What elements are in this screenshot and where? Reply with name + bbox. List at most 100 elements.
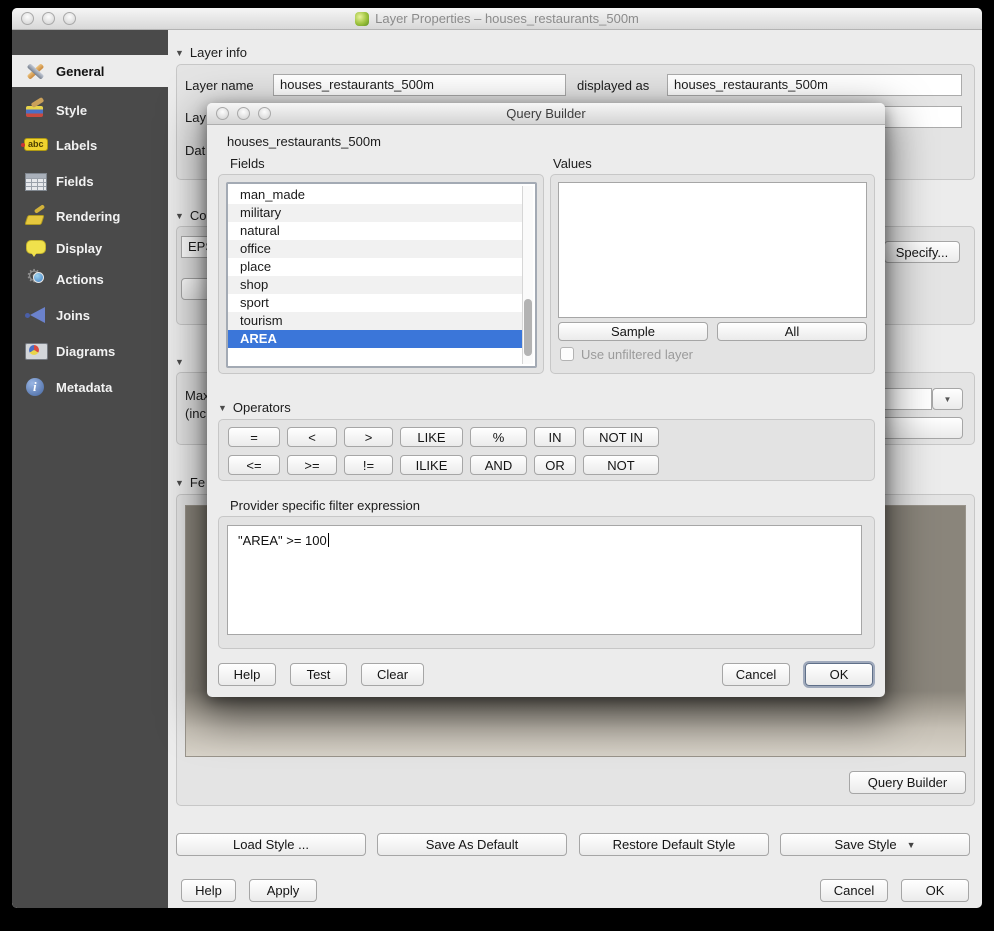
sidebar-item-label: Fields	[56, 174, 94, 189]
layer-name-label: Layer name	[185, 78, 254, 93]
general-tools-icon	[24, 60, 48, 82]
dialog-help-button[interactable]: Help	[218, 663, 276, 686]
sidebar-item-label: Diagrams	[56, 344, 115, 359]
fields-scrollbar[interactable]	[522, 186, 533, 364]
sidebar-item-display[interactable]: Display	[12, 233, 168, 263]
dialog-layer-name: houses_restaurants_500m	[227, 134, 381, 149]
join-arrow-icon	[24, 304, 48, 326]
sidebar-item-label: General	[56, 64, 104, 79]
maximum-label: Max	[185, 388, 210, 403]
operator-like-button[interactable]: LIKE	[400, 427, 463, 447]
window-title-wrap: Layer Properties – houses_restaurants_50…	[12, 11, 982, 26]
query-builder-button[interactable]: Query Builder	[849, 771, 966, 794]
sidebar-item-style[interactable]: Style	[12, 95, 168, 125]
operator-ilike-button[interactable]: ILIKE	[400, 455, 463, 475]
apply-button[interactable]: Apply	[249, 879, 317, 902]
operator-and-button[interactable]: AND	[470, 455, 527, 475]
field-list-item[interactable]: office	[228, 240, 526, 258]
operator-greater-equal-button[interactable]: >=	[287, 455, 337, 475]
abc-tag-text: abc	[24, 138, 48, 151]
combo-dropdown-button[interactable]	[932, 388, 963, 410]
field-list-item[interactable]: military	[228, 204, 526, 222]
pie-chart-icon	[24, 340, 48, 362]
sidebar-item-diagrams[interactable]: Diagrams	[12, 336, 168, 366]
operators-label: Operators	[233, 400, 291, 415]
filter-expression-textarea[interactable]: "AREA" >= 100	[227, 525, 862, 635]
operator-less-equal-button[interactable]: <=	[228, 455, 280, 475]
save-as-default-button[interactable]: Save As Default	[377, 833, 567, 856]
sidebar-item-actions[interactable]: Actions	[12, 264, 168, 294]
sidebar-item-metadata[interactable]: Metadata	[12, 372, 168, 402]
test-button[interactable]: Test	[290, 663, 347, 686]
operator-not-button[interactable]: NOT	[583, 455, 659, 475]
use-unfiltered-label: Use unfiltered layer	[581, 347, 693, 362]
sidebar-item-rendering[interactable]: Rendering	[12, 201, 168, 231]
sidebar-item-label: Display	[56, 241, 102, 256]
clear-button[interactable]: Clear	[361, 663, 424, 686]
sidebar-item-fields[interactable]: Fields	[12, 166, 168, 196]
operator-in-button[interactable]: IN	[534, 427, 576, 447]
sidebar-item-label: Rendering	[56, 209, 120, 224]
all-button[interactable]: All	[717, 322, 867, 341]
filter-expression-label: Provider specific filter expression	[230, 498, 420, 513]
operator-percent-button[interactable]: %	[470, 427, 527, 447]
save-style-button[interactable]: Save Style ▼	[780, 833, 970, 856]
feature-subset-label: Fe	[190, 475, 205, 490]
sidebar-item-label: Actions	[56, 272, 104, 287]
displayed-as-input[interactable]: houses_restaurants_500m	[667, 74, 962, 96]
fields-scrollbar-thumb[interactable]	[524, 299, 532, 356]
visibility-section-header[interactable]	[175, 354, 190, 369]
field-list-item[interactable]: shop	[228, 276, 526, 294]
sidebar-item-label: Joins	[56, 308, 90, 323]
operator-or-button[interactable]: OR	[534, 455, 576, 475]
specify-button[interactable]: Specify...	[884, 241, 960, 263]
query-builder-dialog: Query Builder houses_restaurants_500m Fi…	[207, 103, 885, 697]
fields-list[interactable]: man_made military natural office place s…	[226, 182, 537, 368]
operator-greater-than-button[interactable]: >	[344, 427, 393, 447]
feature-subset-section-header[interactable]: Fe	[175, 475, 205, 490]
table-icon	[24, 170, 48, 192]
data-encoding-label: Dat	[185, 143, 205, 158]
use-unfiltered-checkbox[interactable]	[560, 347, 574, 361]
crs-section-header[interactable]: Co	[175, 208, 207, 223]
layer-info-section-header[interactable]: Layer info	[175, 45, 247, 60]
field-list-item[interactable]: natural	[228, 222, 526, 240]
field-list-item[interactable]: sport	[228, 294, 526, 312]
fields-label: Fields	[230, 156, 265, 171]
sidebar: General Style abc Labels Fields Renderin…	[12, 30, 168, 908]
window-titlebar[interactable]: Layer Properties – houses_restaurants_50…	[12, 8, 982, 30]
operator-less-than-button[interactable]: <	[287, 427, 337, 447]
ok-button[interactable]: OK	[901, 879, 969, 902]
help-button[interactable]: Help	[181, 879, 236, 902]
sample-button[interactable]: Sample	[558, 322, 708, 341]
restore-default-style-button[interactable]: Restore Default Style	[579, 833, 769, 856]
gear-icon	[24, 268, 48, 290]
values-list[interactable]	[558, 182, 867, 318]
crs-section-label: Co	[190, 208, 207, 223]
layer-source-label: Lay	[185, 110, 206, 125]
dialog-cancel-button[interactable]: Cancel	[722, 663, 790, 686]
field-list-item[interactable]: man_made	[228, 186, 526, 204]
sidebar-item-labels[interactable]: abc Labels	[12, 130, 168, 160]
operator-not-equal-button[interactable]: !=	[344, 455, 393, 475]
operator-equals-button[interactable]: =	[228, 427, 280, 447]
dialog-ok-button[interactable]: OK	[805, 663, 873, 686]
field-list-item[interactable]: tourism	[228, 312, 526, 330]
layer-info-section-label: Layer info	[190, 45, 247, 60]
cancel-button[interactable]: Cancel	[820, 879, 888, 902]
sidebar-item-label: Metadata	[56, 380, 112, 395]
operator-not-in-button[interactable]: NOT IN	[583, 427, 659, 447]
paintbrush-palette-icon	[24, 99, 48, 121]
sidebar-item-label: Labels	[56, 138, 97, 153]
field-list-item-selected[interactable]: AREA	[228, 330, 526, 348]
sidebar-item-general[interactable]: General	[12, 55, 168, 87]
field-list-item[interactable]: place	[228, 258, 526, 276]
layer-name-input[interactable]: houses_restaurants_500m	[273, 74, 566, 96]
sidebar-item-joins[interactable]: Joins	[12, 300, 168, 330]
displayed-as-label: displayed as	[577, 78, 649, 93]
sidebar-item-label: Style	[56, 103, 87, 118]
load-style-button[interactable]: Load Style ...	[176, 833, 366, 856]
operators-section-header[interactable]: Operators	[218, 400, 291, 415]
filter-expression-text: "AREA" >= 100	[238, 533, 327, 548]
dialog-titlebar[interactable]: Query Builder	[207, 103, 885, 125]
